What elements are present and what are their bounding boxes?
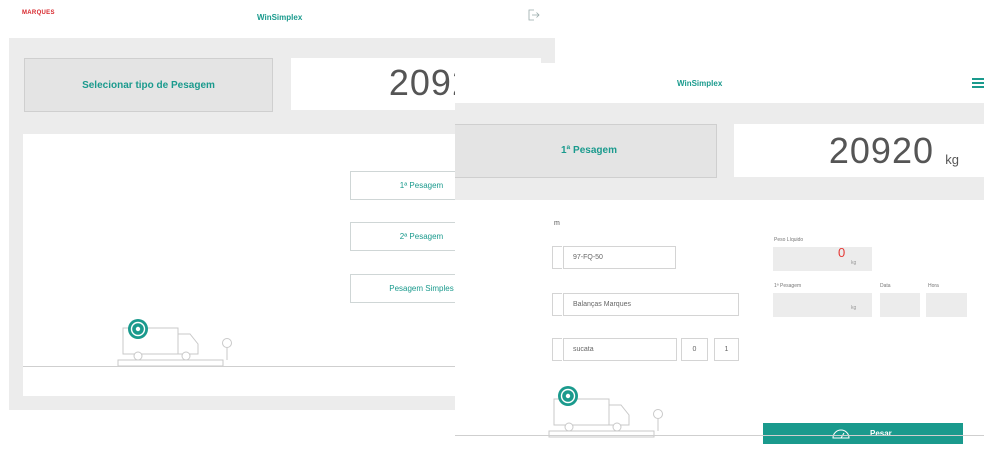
weigh-button[interactable]: Pesar <box>763 423 963 444</box>
first-weighing-unit: kg <box>851 305 857 311</box>
field-prefix <box>552 293 562 316</box>
net-weight-box <box>773 247 872 271</box>
net-weight-unit: kg <box>851 260 857 266</box>
date-label: Data <box>880 283 891 289</box>
quantity-field-b[interactable]: 1 <box>714 338 739 361</box>
weight-value: 20920 <box>828 130 934 171</box>
screen-first-weighing: WinSimplex 1ª Pesagem 20920 kg m 97-FQ-5… <box>455 63 984 475</box>
header: MARQUES WinSimplex <box>0 0 555 36</box>
date-box <box>880 293 920 317</box>
truck-on-scale-icon <box>117 319 232 367</box>
net-weight-label: Peso Líquido <box>774 237 804 243</box>
logout-icon[interactable] <box>528 9 540 21</box>
scale-gauge-icon <box>832 429 850 439</box>
weighing-type-label: Selecionar tipo de Pesagem <box>82 80 215 91</box>
weight-display: 20920 kg <box>734 124 984 177</box>
first-weighing-label: 1ª Pesagem <box>774 283 802 289</box>
weighing-form-panel: m 97-FQ-50 Balanças Marques sucata 0 1 P… <box>455 200 984 475</box>
product-field[interactable]: sucata <box>563 338 677 361</box>
net-weight-value: 0 <box>838 245 846 260</box>
time-label: Hora <box>928 283 939 289</box>
first-weighing-box <box>773 293 872 317</box>
field-prefix <box>552 246 562 269</box>
client-field[interactable]: Balanças Marques <box>563 293 739 316</box>
time-box <box>926 293 967 317</box>
form-section-header: m <box>554 220 560 227</box>
weighing-step-box: 1ª Pesagem <box>455 124 717 178</box>
weighing-type-label-box: Selecionar tipo de Pesagem <box>24 58 273 112</box>
weight-unit: kg <box>945 152 959 167</box>
truck-on-scale-icon <box>548 386 663 438</box>
plate-field[interactable]: 97-FQ-50 <box>563 246 676 269</box>
ground-line <box>455 435 984 436</box>
field-prefix <box>552 338 562 361</box>
weighing-step-label: 1ª Pesagem <box>561 145 617 156</box>
weigh-button-label: Pesar <box>870 429 892 438</box>
hamburger-menu-icon[interactable] <box>972 78 984 89</box>
app-title: WinSimplex <box>677 79 723 88</box>
marques-logo: MARQUES <box>22 10 55 16</box>
quantity-field-a[interactable]: 0 <box>681 338 708 361</box>
app-title: WinSimplex <box>257 13 303 22</box>
